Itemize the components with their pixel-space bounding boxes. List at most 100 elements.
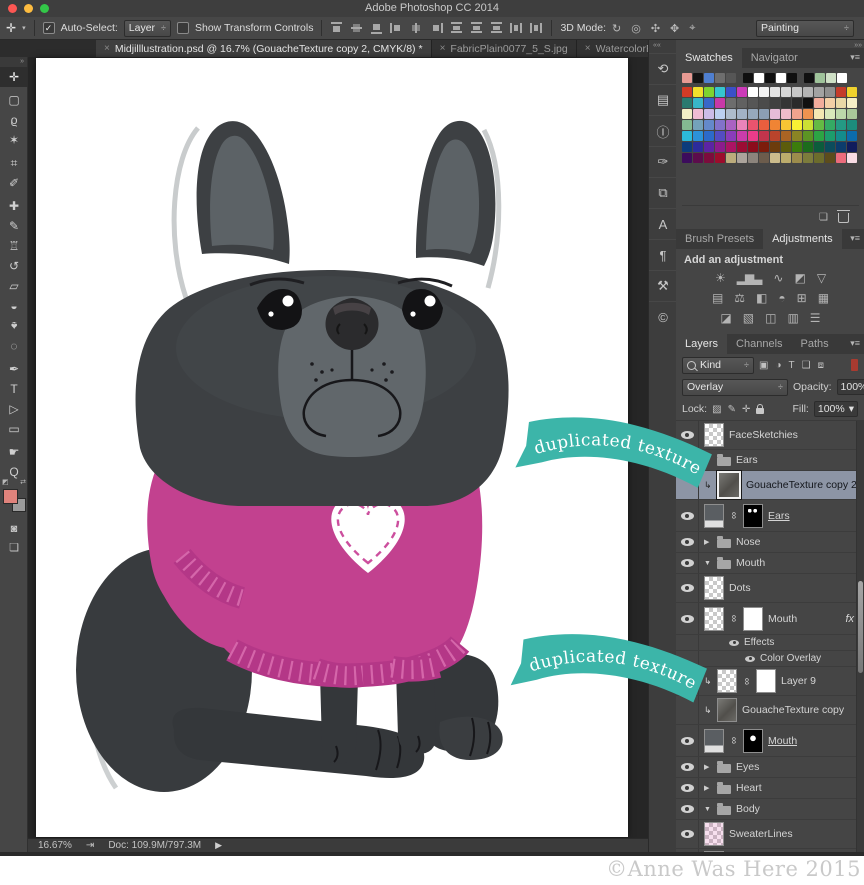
color-swatch[interactable] (770, 98, 780, 108)
color-swatch[interactable] (715, 98, 725, 108)
color-swatch[interactable] (792, 120, 802, 130)
layer-row[interactable]: ▼Body (676, 799, 864, 820)
filter-pixel-layers-icon[interactable]: ▣ (759, 360, 768, 371)
color-swatch[interactable] (825, 142, 835, 152)
color-swatch[interactable] (748, 153, 758, 163)
3d-camera-icon[interactable]: ⌖ (689, 22, 695, 35)
color-swatch[interactable] (836, 120, 846, 130)
foreground-color-well[interactable] (3, 489, 18, 504)
recent-swatch[interactable] (804, 73, 814, 83)
brush-tool[interactable]: ✎ (0, 216, 28, 236)
color-swatch[interactable] (682, 109, 692, 119)
layers-tab-layers[interactable]: Layers (676, 334, 727, 354)
color-swatch[interactable] (781, 87, 791, 97)
blend-mode-dropdown[interactable]: Overlay ÷ (682, 379, 788, 396)
recent-swatch[interactable] (704, 73, 714, 83)
distribute-top-edges-icon[interactable] (450, 22, 463, 34)
color-swatch[interactable] (792, 142, 802, 152)
close-tab-icon[interactable]: × (104, 43, 110, 54)
color-swatch[interactable] (814, 109, 824, 119)
color-swatch[interactable] (792, 98, 802, 108)
eraser-tool[interactable]: ▱ (0, 276, 28, 296)
document-tab-2[interactable]: ×FabricPlain0077_5_S.jpg (432, 40, 577, 57)
auto-select-checkbox[interactable]: ✓ (43, 22, 55, 34)
color-swatch[interactable] (847, 109, 857, 119)
zoom-level[interactable]: 16.67% (38, 840, 72, 851)
layer-thumbnail[interactable] (704, 576, 724, 600)
clone-source-panel-icon[interactable]: ⧉ (649, 177, 677, 208)
filter-type-layers-icon[interactable]: T (789, 360, 795, 371)
color-swatch[interactable] (748, 98, 758, 108)
3d-slide-icon[interactable]: ✥ (670, 22, 679, 35)
align-vertical-centers-icon[interactable] (350, 22, 363, 34)
color-swatch[interactable] (803, 120, 813, 130)
color-swatch[interactable] (704, 87, 714, 97)
swatches-panel-menu-icon[interactable]: ▾≡ (850, 52, 860, 63)
visibility-cell[interactable] (676, 757, 699, 777)
visibility-eye-icon[interactable] (681, 456, 694, 464)
color-swatch[interactable] (836, 142, 846, 152)
color-swatch[interactable] (682, 142, 692, 152)
swatches-tab-swatches[interactable]: Swatches (676, 48, 742, 68)
auto-select-target-dropdown[interactable]: Layer ÷ (124, 20, 171, 37)
color-swatch[interactable] (759, 109, 769, 119)
color-swatch[interactable] (803, 98, 813, 108)
color-swatch[interactable] (737, 87, 747, 97)
layer-row[interactable]: Effects (676, 635, 864, 651)
color-swatch[interactable] (682, 87, 692, 97)
visibility-eye-icon[interactable] (681, 784, 694, 792)
canvas-area[interactable] (28, 57, 648, 838)
levels-icon[interactable]: ▂▆▃ (737, 271, 762, 285)
magic-wand-tool[interactable]: ✶ (0, 130, 28, 150)
visibility-cell[interactable] (676, 500, 699, 531)
color-swatch[interactable] (715, 131, 725, 141)
recent-swatch[interactable] (837, 73, 847, 83)
lasso-tool[interactable]: ϱ (0, 110, 28, 130)
align-bottom-edges-icon[interactable] (370, 22, 383, 34)
color-swatch[interactable] (847, 87, 857, 97)
group-expanded-icon[interactable]: ▼ (704, 806, 712, 813)
hand-tool[interactable]: ☛ (0, 442, 28, 462)
new-swatch-icon[interactable]: ❏ (819, 212, 828, 223)
lock-pixels-icon[interactable]: ✎ (728, 404, 736, 415)
color-swatch[interactable] (715, 109, 725, 119)
paragraph-panel-icon[interactable]: ¶ (649, 239, 677, 270)
dock-collapse-icon[interactable]: «« (649, 40, 676, 53)
color-swatch[interactable] (792, 87, 802, 97)
color-swatch[interactable] (704, 131, 714, 141)
color-swatch[interactable] (770, 142, 780, 152)
color-swatch[interactable] (770, 109, 780, 119)
shape-tool[interactable]: ▭ (0, 419, 28, 439)
recent-swatch[interactable] (682, 73, 692, 83)
distribute-bottom-edges-icon[interactable] (490, 22, 503, 34)
blur-tool[interactable]: ♠ (0, 316, 28, 336)
layers-panel-menu-icon[interactable]: ▾≡ (850, 338, 860, 349)
adjustments-tab-brush-presets[interactable]: Brush Presets (676, 229, 763, 249)
hue-saturation-icon[interactable]: ▤ (712, 291, 722, 305)
color-swatch[interactable] (847, 120, 857, 130)
color-swatch[interactable] (814, 131, 824, 141)
group-collapsed-icon[interactable]: ▶ (704, 538, 712, 546)
layer-row[interactable]: Color Overlay (676, 651, 864, 667)
color-swatch[interactable] (836, 153, 846, 163)
visibility-eye-icon[interactable] (681, 805, 694, 813)
color-swatch[interactable] (759, 98, 769, 108)
visibility-eye-icon[interactable] (681, 615, 694, 623)
color-swatch[interactable] (704, 142, 714, 152)
color-swatch[interactable] (825, 120, 835, 130)
visibility-eye-icon[interactable] (681, 763, 694, 771)
recent-swatch[interactable] (776, 73, 786, 83)
visibility-cell[interactable] (676, 799, 699, 819)
layer-row[interactable]: ▶Nose (676, 532, 864, 553)
visibility-eye-icon[interactable] (745, 656, 755, 662)
screen-mode-button[interactable]: ❏ (0, 538, 28, 556)
visibility-cell[interactable] (676, 553, 699, 573)
document-tab-1[interactable]: ×Midjilllustration.psd @ 16.7% (GouacheT… (96, 40, 432, 57)
invert-icon[interactable]: ◪ (720, 311, 730, 325)
align-top-edges-icon[interactable] (330, 22, 343, 34)
healing-brush-tool[interactable]: ✚ (0, 196, 28, 216)
color-swatch[interactable] (693, 109, 703, 119)
color-swatch[interactable] (748, 109, 758, 119)
visibility-eye-icon[interactable] (729, 640, 739, 646)
visibility-cell[interactable] (676, 471, 699, 499)
